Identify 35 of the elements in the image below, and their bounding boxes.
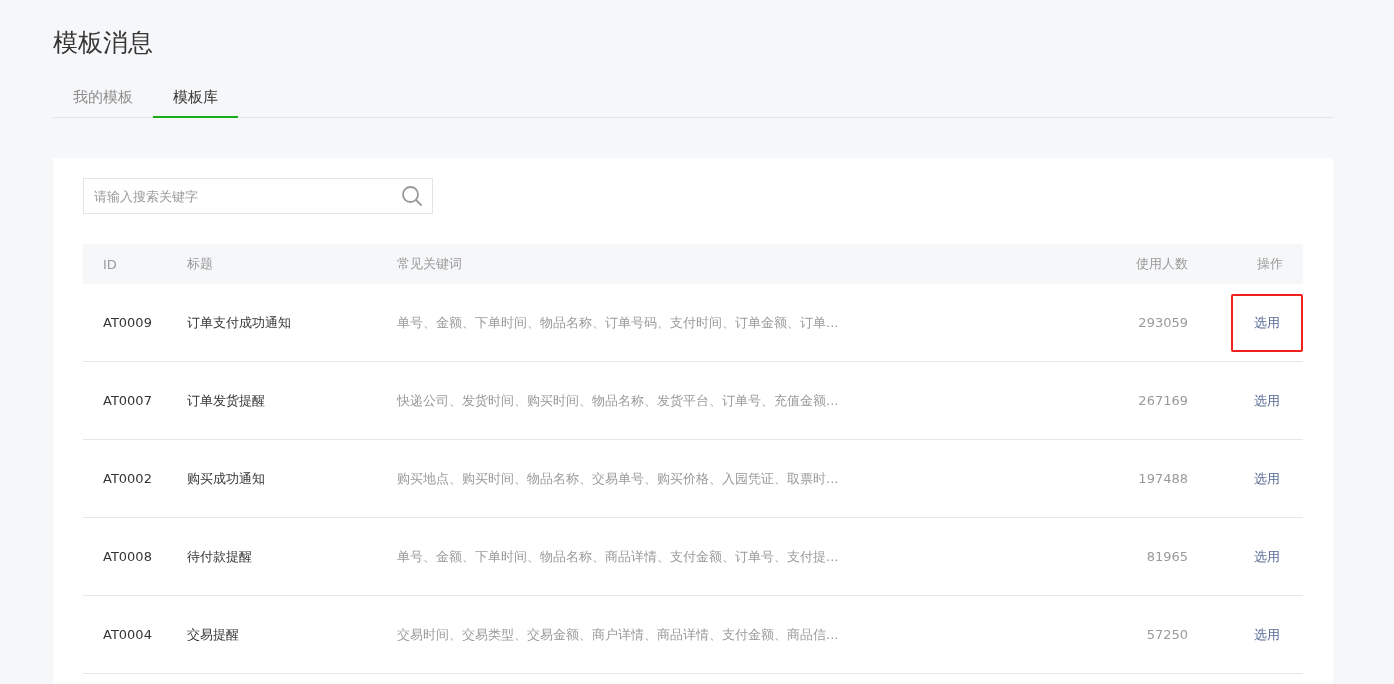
select-link[interactable]: 选用: [1231, 371, 1303, 430]
table-cell-text: 293059: [1137, 315, 1188, 330]
column-header: 常见关键词: [397, 255, 463, 273]
table-cell-text: 单号、金额、下单时间、物品名称、订单号码、支付时间、订单金额、订单...: [397, 313, 840, 332]
table-cell-text: AT0002: [102, 471, 153, 486]
column-header: ID: [102, 256, 118, 272]
table-cell-text: 交易提醒: [187, 625, 240, 644]
table-cell-text: 197488: [1137, 471, 1188, 486]
table-cell-text: 待付款提醒: [187, 547, 253, 566]
column-header: 标题: [187, 255, 214, 273]
select-link[interactable]: 选用: [1231, 293, 1303, 352]
select-link[interactable]: 选用: [1231, 527, 1303, 586]
table-cell-text: 81965: [1145, 549, 1188, 564]
select-link[interactable]: 选用: [1231, 605, 1303, 664]
table-cell-text: 57250: [1145, 627, 1188, 642]
tab[interactable]: 我的模板: [53, 78, 153, 118]
column-header: 使用人数: [1135, 255, 1188, 273]
search-field[interactable]: 请输入搜索关键字: [83, 178, 433, 214]
table-cell-text: AT0004: [102, 627, 153, 642]
column-header: 操作: [1256, 255, 1284, 273]
table-cell-text: 购买成功通知: [187, 469, 266, 488]
table-cell-text: 单号、金额、下单时间、物品名称、商品详情、支付金额、订单号、支付提...: [397, 547, 840, 566]
table-cell-text: 购买地点、购买时间、物品名称、交易单号、购买价格、入园凭证、取票时...: [397, 469, 840, 488]
page-title: 模板消息: [53, 27, 154, 59]
table-cell-text: AT0007: [102, 393, 153, 408]
search-icon[interactable]: [401, 185, 423, 207]
table-cell-text: 快递公司、发货时间、购买时间、物品名称、发货平台、订单号、充值金额...: [397, 391, 840, 410]
table-cell-text: 交易时间、交易类型、交易金额、商户详情、商品详情、支付金额、商品信...: [397, 625, 840, 644]
tab[interactable]: 模板库: [153, 78, 238, 118]
table-cell-text: 订单发货提醒: [187, 391, 266, 410]
table-cell-text: 267169: [1137, 393, 1188, 408]
table-cell-text: 订单支付成功通知: [187, 313, 292, 332]
table-cell-text: AT0009: [102, 315, 153, 330]
table-cell-text: AT0008: [102, 549, 153, 564]
select-link[interactable]: 选用: [1231, 449, 1303, 508]
